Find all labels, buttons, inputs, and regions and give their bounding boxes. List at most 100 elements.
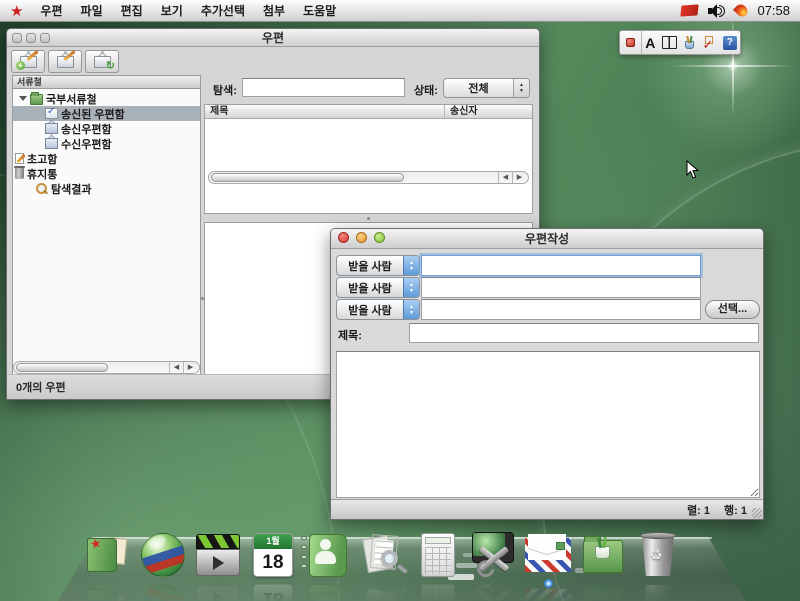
stepper-arrows-icon: ▲▼	[513, 79, 529, 97]
recipient-input-1[interactable]	[421, 255, 701, 276]
dock-calculator-icon[interactable]	[414, 530, 462, 580]
outbox-icon	[45, 123, 58, 134]
recipient-type-select[interactable]: 받을 사람 ▲▼	[336, 255, 420, 276]
check-mail-button[interactable]: ↻	[85, 50, 119, 73]
sidebar-item-drafts[interactable]: 초고함	[13, 151, 200, 166]
menu-view[interactable]: 보기	[152, 0, 192, 22]
stamp-tool-icon[interactable]: ✓	[702, 36, 716, 50]
dock-mail-icon[interactable]	[524, 530, 572, 580]
stepper-arrows-icon: ▲▼	[403, 278, 419, 297]
mail-window-title: 우편	[262, 31, 284, 45]
search-input[interactable]	[242, 78, 405, 97]
running-app-indicator	[544, 579, 553, 588]
dock-trash-icon[interactable]: ♻	[634, 530, 682, 580]
list-horizontal-scrollbar[interactable]: ◀ ▶	[208, 171, 529, 184]
menu-attach[interactable]: 첨부	[254, 0, 294, 22]
scroll-right-arrow[interactable]: ▶	[512, 172, 526, 183]
resize-grip[interactable]	[752, 508, 762, 518]
columns-tool-icon[interactable]	[662, 36, 677, 49]
search-label: 탐색:	[213, 82, 237, 98]
zoom-button[interactable]	[374, 232, 385, 243]
dock-media-player-icon[interactable]	[194, 530, 242, 580]
menu-help[interactable]: 도움말	[294, 0, 345, 22]
plus-icon: +	[16, 61, 25, 70]
sent-mail-icon	[45, 108, 58, 119]
sidebar-item-outbox[interactable]: 송신우편함	[13, 121, 200, 136]
subject-input[interactable]	[409, 323, 759, 343]
sidebar-header: 서류철	[13, 76, 200, 89]
compose-window: 우편작성 받을 사람 ▲▼ 받을 사람 ▲▼ 받을 사람 ▲▼	[330, 228, 764, 520]
flame-status-icon[interactable]	[733, 2, 750, 19]
dock-utilities-icon[interactable]	[579, 530, 627, 580]
mail-window-titlebar[interactable]: 우편	[7, 29, 539, 47]
scrollbar-thumb[interactable]	[211, 173, 404, 182]
inbox-icon	[45, 138, 58, 149]
search-icon	[35, 183, 48, 194]
red-star-menu-icon[interactable]: ★	[10, 2, 23, 20]
status-filter-label: 상태:	[414, 82, 438, 98]
text-tool-icon[interactable]: A	[645, 35, 655, 51]
column-header-sender[interactable]: 송신자	[445, 105, 532, 118]
dock-system-tools-icon[interactable]	[469, 530, 517, 580]
stepper-arrows-icon: ▲▼	[403, 256, 419, 275]
flag-status-icon[interactable]	[681, 4, 699, 16]
recipient-input-2[interactable]	[421, 277, 701, 298]
splitter-handle[interactable]	[201, 297, 204, 300]
sidebar-item-inbox[interactable]: 수신우편함	[13, 136, 200, 151]
mouse-cursor	[686, 160, 702, 180]
menu-mail[interactable]: 우편	[31, 0, 71, 22]
compose-statusbar: 렬: 1 행: 1	[331, 499, 763, 519]
recipient-type-select[interactable]: 받을 사람 ▲▼	[336, 299, 420, 320]
sidebar-horizontal-scrollbar[interactable]: ◀ ▶	[13, 361, 200, 374]
clock[interactable]: 07:58	[757, 3, 790, 18]
sidebar-item-local-folders[interactable]: 국부서류철	[13, 91, 200, 106]
column-indicator: 렬: 1	[687, 502, 710, 518]
dock-document-viewer-icon[interactable]	[359, 530, 407, 580]
menu-options[interactable]: 추가선택	[192, 0, 254, 22]
sidebar-item-trash[interactable]: 휴지통	[13, 166, 200, 181]
mail-toolbar: + ↻	[11, 50, 119, 75]
recipient-type-select[interactable]: 받을 사람 ▲▼	[336, 277, 420, 298]
folder-sidebar: 서류철 국부서류철 송신된 우편함 송신우편함 수신우편함	[12, 75, 201, 375]
close-button[interactable]	[338, 232, 349, 243]
disclosure-triangle-icon[interactable]	[19, 96, 27, 101]
edit-mail-button[interactable]	[48, 50, 82, 73]
compose-window-title: 우편작성	[525, 232, 569, 246]
trash-icon	[15, 168, 24, 179]
dock-file-manager-icon[interactable]: ★	[84, 530, 132, 580]
stepper-arrows-icon: ▲▼	[403, 300, 419, 319]
dock-address-book-icon[interactable]	[304, 530, 352, 580]
dock-calendar-icon[interactable]: 1월 18	[249, 530, 297, 580]
minimize-button[interactable]	[26, 33, 36, 43]
scroll-left-arrow[interactable]: ◀	[169, 362, 183, 373]
scroll-right-arrow[interactable]: ▶	[183, 362, 197, 373]
compose-window-titlebar[interactable]: 우편작성	[331, 229, 763, 249]
zoom-button[interactable]	[40, 33, 50, 43]
pen-cup-tool-icon[interactable]	[683, 36, 696, 49]
row-indicator: 행: 1	[724, 502, 747, 518]
menu-edit[interactable]: 편집	[112, 0, 152, 22]
close-button[interactable]	[12, 33, 22, 43]
folder-icon	[30, 94, 43, 105]
help-tool-icon[interactable]: ?	[723, 36, 737, 50]
message-list: 제목 송신자	[204, 104, 533, 214]
palette-close-button[interactable]	[626, 38, 635, 47]
sidebar-item-sent-mailbox[interactable]: 송신된 우편함	[13, 106, 200, 121]
scroll-left-arrow[interactable]: ◀	[498, 172, 512, 183]
dock-web-browser-icon[interactable]	[139, 530, 187, 580]
desktop: ★ 우편 파일 편집 보기 추가선택 첨부 도움말 07:58 A ✓	[0, 0, 800, 601]
sidebar-item-search-results[interactable]: 탐색결과	[13, 181, 200, 196]
minimize-button[interactable]	[356, 232, 367, 243]
compose-mail-button[interactable]: +	[11, 50, 45, 73]
column-header-subject[interactable]: 제목	[205, 105, 445, 118]
message-body-textarea[interactable]	[336, 351, 760, 498]
scrollbar-thumb[interactable]	[16, 363, 108, 372]
menu-file[interactable]: 파일	[72, 0, 112, 22]
splitter-handle[interactable]	[367, 217, 370, 220]
dock: ★ 1월 18	[84, 530, 682, 580]
speaker-icon[interactable]	[708, 4, 726, 18]
status-filter-select[interactable]: 전체 ▲▼	[443, 78, 530, 98]
refresh-icon: ↻	[106, 59, 115, 72]
recipient-input-3[interactable]	[421, 299, 701, 320]
select-recipient-button[interactable]: 선택...	[705, 300, 760, 319]
